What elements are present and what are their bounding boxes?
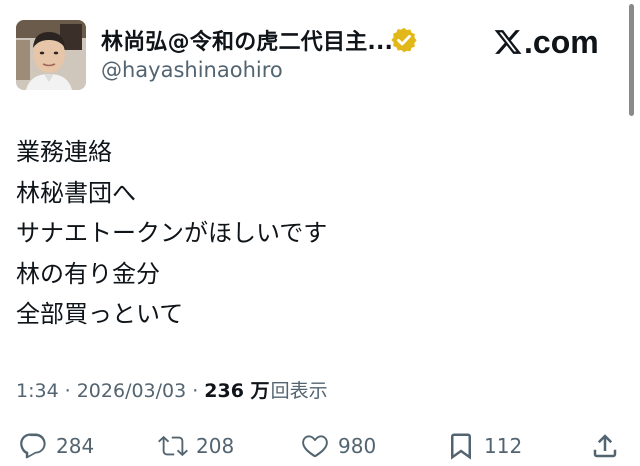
repost-count: 208 (196, 434, 235, 458)
meta-separator: · (64, 380, 71, 402)
scrollbar[interactable] (629, 4, 634, 116)
post-body-line: 全部買っといて (16, 300, 184, 328)
meta-separator: · (192, 380, 199, 402)
post-body-line: サナエトークンがほしいです (16, 219, 328, 247)
brand-domain-label: .com (524, 23, 599, 60)
post-body-line: 林秘書団へ (16, 178, 136, 207)
share-icon (593, 434, 617, 458)
post-meta: 1:34 · 2026/03/03 · 236 万 回表示 (16, 376, 328, 403)
author-handle[interactable]: @hayashinaohiro (101, 58, 283, 82)
post-time[interactable]: 1:34 (16, 380, 59, 402)
heart-icon (302, 435, 328, 458)
reply-icon (20, 433, 46, 459)
post-date[interactable]: 2026/03/03 (77, 380, 187, 402)
post-card: 林尚弘@令和の虎二代目主... @hayashinaohiro .com 業務連… (0, 0, 640, 466)
repost-icon (158, 435, 188, 457)
reply-button[interactable]: 284 (18, 428, 94, 464)
x-brand: .com (493, 24, 599, 60)
views-label: 回表示 (270, 380, 328, 402)
author-display-name[interactable]: 林尚弘@令和の虎二代目主... (101, 24, 393, 56)
share-button[interactable] (590, 428, 620, 464)
like-count: 980 (338, 434, 377, 458)
action-bar: 284 208 980 112 (0, 428, 640, 464)
post-body-line: 業務連絡 (16, 138, 112, 166)
bookmark-icon (451, 433, 471, 460)
bookmark-count: 112 (484, 434, 523, 458)
views-count: 236 万 (204, 380, 270, 402)
reply-count: 284 (56, 434, 95, 458)
avatar[interactable] (16, 20, 86, 90)
bookmark-button[interactable]: 112 (446, 428, 522, 464)
like-button[interactable]: 980 (300, 428, 376, 464)
post-body: 業務連絡 林秘書団へ サナエトークンがほしいです 林の有り金分 全部買っといて (16, 132, 327, 335)
verified-badge-icon (391, 27, 417, 53)
avatar-image (16, 20, 86, 90)
repost-button[interactable]: 208 (158, 428, 234, 464)
x-logo-icon (494, 30, 522, 54)
post-body-line: 林の有り金分 (16, 259, 160, 288)
